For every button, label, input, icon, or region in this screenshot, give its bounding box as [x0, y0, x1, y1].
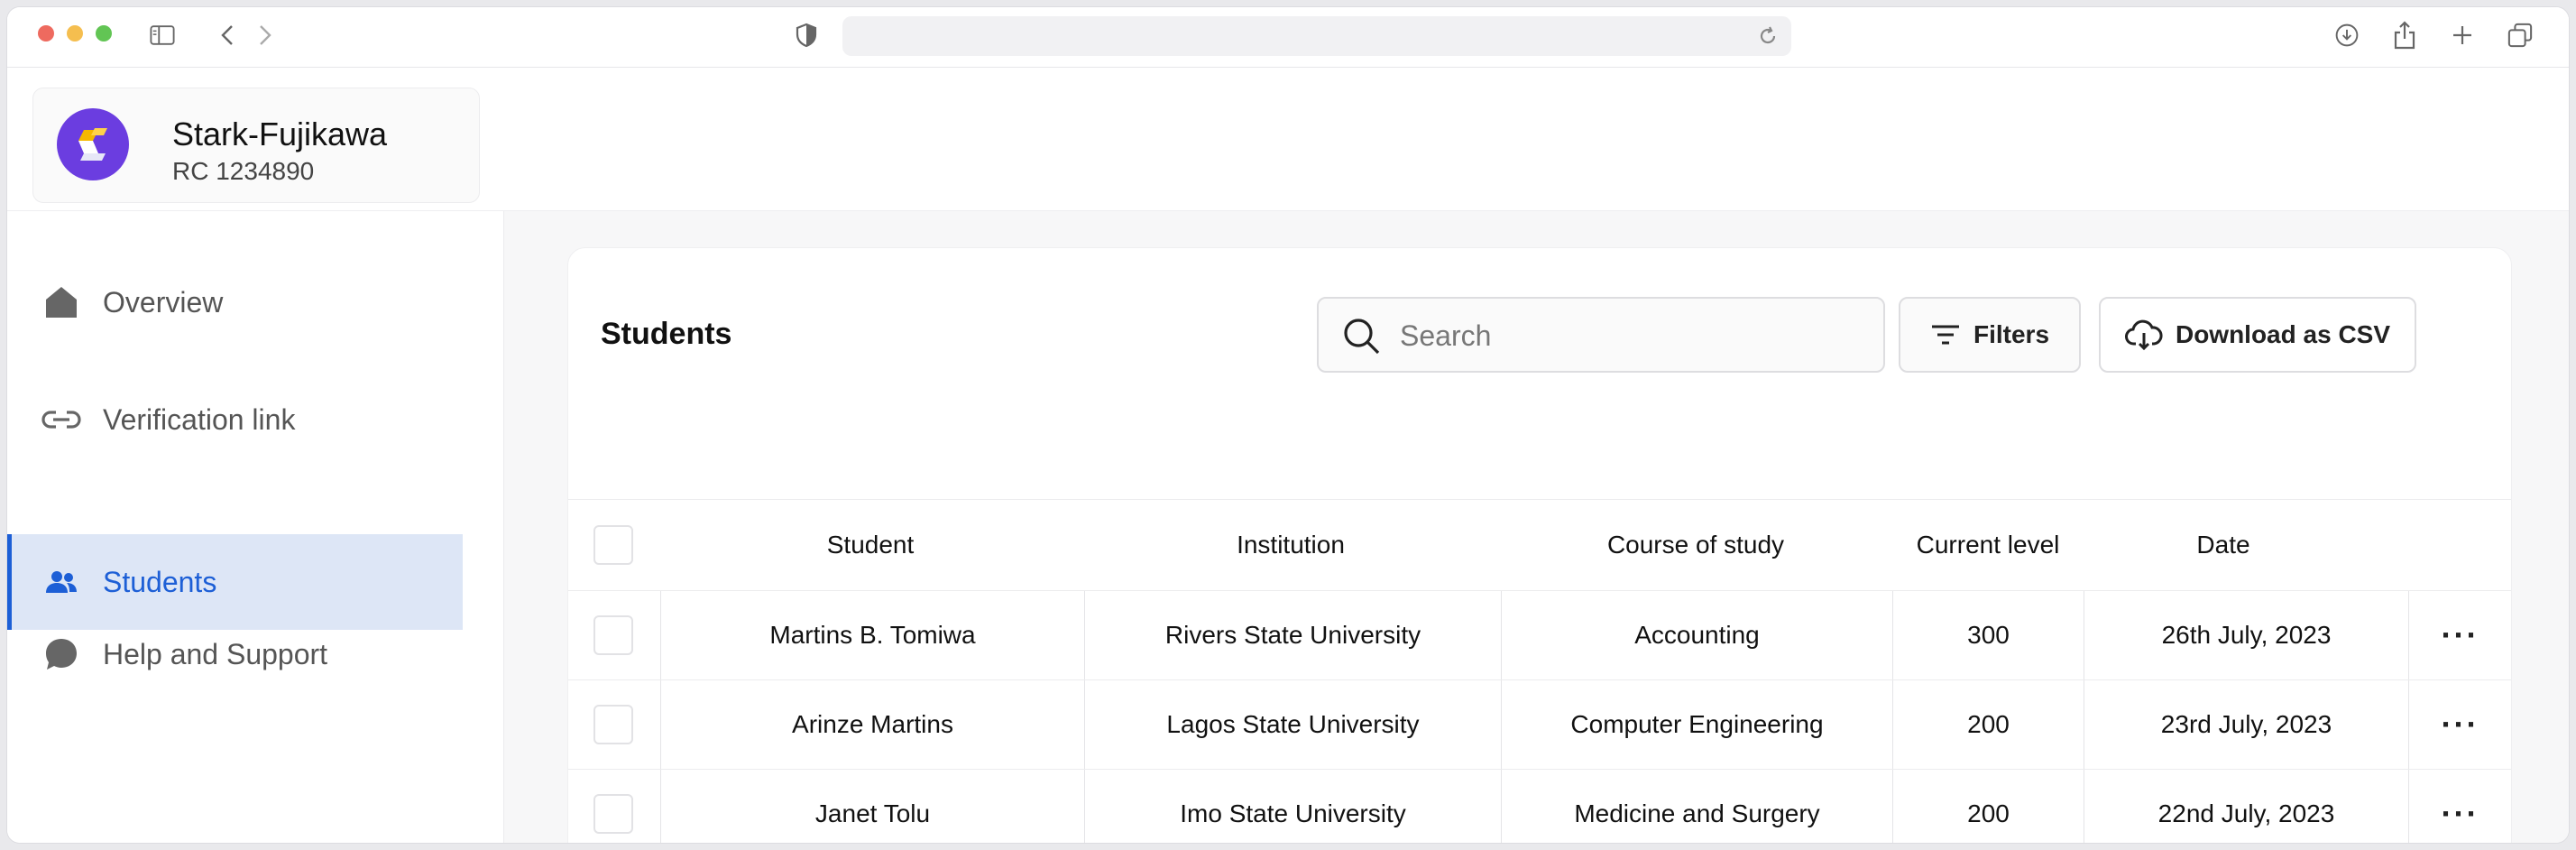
- column-header-date[interactable]: Date: [2084, 500, 2363, 590]
- address-bar[interactable]: [842, 16, 1791, 56]
- browser-window: Stark-Fujikawa RC 1234890 Overview Verif…: [7, 7, 2569, 843]
- reload-icon[interactable]: [1757, 25, 1779, 51]
- tabs-overview-icon[interactable]: [2507, 23, 2533, 48]
- cell-current-level: 200: [1892, 770, 2084, 843]
- search-icon: [1342, 317, 1380, 359]
- organization-card[interactable]: Stark-Fujikawa RC 1234890: [32, 88, 480, 203]
- more-options-icon: ···: [2441, 706, 2479, 743]
- cell-student: Martins B. Tomiwa: [660, 591, 1084, 679]
- new-tab-plus-icon[interactable]: [2450, 23, 2475, 48]
- filters-label: Filters: [1973, 320, 2050, 348]
- cell-student: Arinze Martins: [660, 680, 1084, 769]
- browser-toolbar: [7, 7, 2569, 68]
- students-panel: Students Filters Download as CSV: [567, 247, 2512, 843]
- link-icon: [40, 398, 83, 441]
- cell-current-level: 200: [1892, 680, 2084, 769]
- sidebar-item-label: Students: [103, 565, 217, 598]
- sidebar-item-label: Overview: [103, 285, 224, 319]
- column-header-current-level[interactable]: Current level: [1892, 500, 2084, 590]
- back-chevron-icon[interactable]: [215, 23, 240, 48]
- table-row[interactable]: Arinze Martins Lagos State University Co…: [568, 680, 2511, 770]
- search-input[interactable]: [1398, 313, 1853, 358]
- row-checkbox[interactable]: [593, 615, 633, 655]
- sidebar-item-help-and-support[interactable]: Help and Support: [7, 606, 463, 702]
- page-title: Students: [601, 317, 732, 351]
- table-row[interactable]: Martins B. Tomiwa Rivers State Universit…: [568, 591, 2511, 680]
- sidebar-item-verification-link[interactable]: Verification link: [7, 372, 463, 467]
- cell-date: 23rd July, 2023: [2084, 680, 2408, 769]
- row-checkbox[interactable]: [593, 794, 633, 834]
- download-csv-button[interactable]: Download as CSV: [2099, 297, 2416, 373]
- cell-student: Janet Tolu: [660, 770, 1084, 843]
- column-header-institution[interactable]: Institution: [1082, 500, 1499, 590]
- cell-institution: Imo State University: [1084, 770, 1501, 843]
- cell-institution: Rivers State University: [1084, 591, 1501, 679]
- cell-date: 26th July, 2023: [2084, 591, 2408, 679]
- sidebar-item-label: Help and Support: [103, 637, 328, 670]
- row-actions-menu[interactable]: ···: [2408, 591, 2511, 679]
- sidebar-item-overview[interactable]: Overview: [7, 254, 463, 350]
- table-row[interactable]: Janet Tolu Imo State University Medicine…: [568, 770, 2511, 843]
- sidebar-item-label: Verification link: [103, 402, 296, 436]
- main-content: Students Filters Download as CSV: [504, 211, 2569, 843]
- download-csv-label: Download as CSV: [2175, 320, 2391, 348]
- home-icon: [40, 281, 83, 324]
- cell-current-level: 300: [1892, 591, 2084, 679]
- sidebar-toggle-icon[interactable]: [150, 23, 175, 48]
- organization-name: Stark-Fujikawa: [172, 115, 388, 152]
- row-checkbox[interactable]: [593, 705, 633, 744]
- cell-course: Medicine and Surgery: [1501, 770, 1892, 843]
- more-options-icon: ···: [2441, 616, 2479, 653]
- select-all-checkbox[interactable]: [593, 525, 633, 565]
- more-options-icon: ···: [2441, 795, 2479, 832]
- cell-date: 22nd July, 2023: [2084, 770, 2408, 843]
- column-header-course[interactable]: Course of study: [1499, 500, 1892, 590]
- share-icon[interactable]: [2392, 21, 2417, 50]
- organization-logo: [57, 108, 129, 180]
- filter-lines-icon: [1930, 323, 1961, 346]
- cell-institution: Lagos State University: [1084, 680, 1501, 769]
- cell-course: Computer Engineering: [1501, 680, 1892, 769]
- column-header-student[interactable]: Student: [658, 500, 1082, 590]
- app-header: Stark-Fujikawa RC 1234890: [7, 68, 2569, 211]
- cloud-download-icon: [2124, 319, 2163, 350]
- sidebar: Overview Verification link Students Help…: [7, 211, 504, 843]
- users-icon: [40, 560, 83, 604]
- row-actions-menu[interactable]: ···: [2408, 770, 2511, 843]
- close-window-button[interactable]: [38, 25, 54, 42]
- download-icon[interactable]: [2334, 23, 2360, 48]
- forward-chevron-icon[interactable]: [253, 23, 278, 48]
- chat-bubble-icon: [40, 633, 83, 676]
- organization-rc-number: RC 1234890: [172, 157, 315, 185]
- filters-button[interactable]: Filters: [1899, 297, 2081, 373]
- table-header: Student Institution Course of study Curr…: [568, 500, 2511, 591]
- shield-icon[interactable]: [794, 23, 819, 48]
- minimize-window-button[interactable]: [67, 25, 83, 42]
- cell-course: Accounting: [1501, 591, 1892, 679]
- search-box[interactable]: [1317, 297, 1885, 373]
- row-actions-menu[interactable]: ···: [2408, 680, 2511, 769]
- logo-mark-icon: [78, 128, 107, 161]
- zoom-window-button[interactable]: [96, 25, 112, 42]
